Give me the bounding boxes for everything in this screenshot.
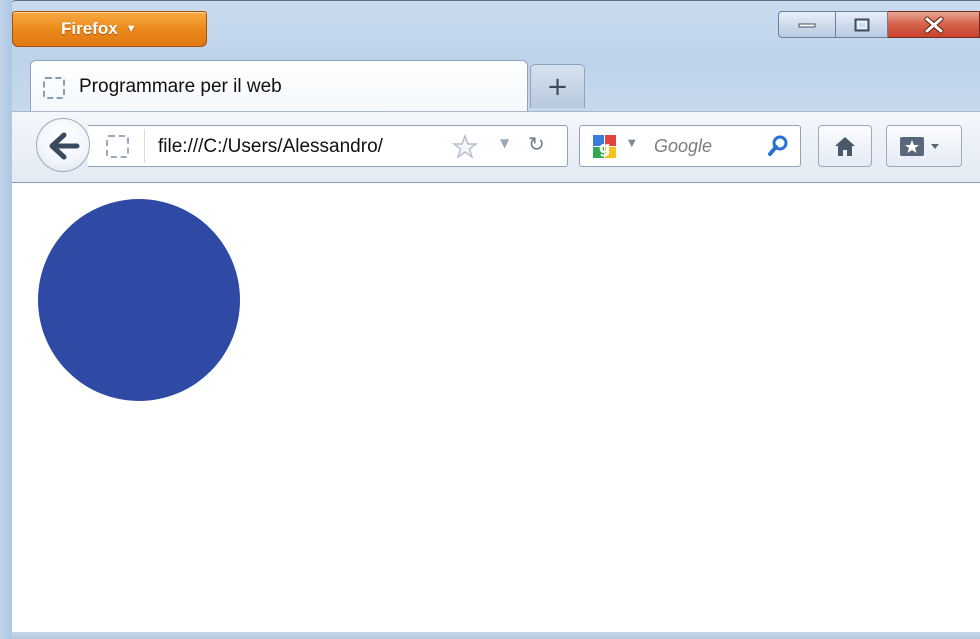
minimize-icon [798, 23, 816, 27]
search-bar[interactable]: g ▼ Google [579, 125, 801, 167]
bookmarks-icon [900, 137, 939, 156]
page-canvas [38, 199, 240, 401]
blue-circle [38, 199, 240, 401]
firefox-menu-label: Firefox [61, 19, 118, 38]
home-icon [835, 137, 855, 156]
window-left-frame [0, 0, 12, 639]
star-icon[interactable] [452, 134, 478, 160]
window-bottom-frame [12, 632, 980, 639]
chevron-down-icon: ▼ [125, 23, 137, 35]
firefox-menu-button[interactable]: Firefox ▼ [12, 11, 207, 47]
tab-programmare-per-il-web[interactable]: Programmare per il web [30, 60, 528, 112]
url-separator [144, 129, 145, 163]
reload-icon[interactable]: ↻ [528, 132, 545, 156]
page-content [12, 183, 980, 639]
search-icon[interactable] [766, 134, 790, 158]
tab-title: Programmare per il web [79, 76, 282, 97]
svg-text:g: g [599, 138, 610, 157]
page-favicon-icon [43, 77, 65, 99]
bookmarks-button[interactable] [886, 125, 962, 167]
close-button[interactable] [888, 11, 980, 38]
search-input[interactable]: Google [654, 136, 712, 157]
google-icon[interactable]: g [592, 134, 618, 160]
url-bar[interactable]: file:///C:/Users/Alessandro/ ▼ ↻ [88, 125, 568, 167]
history-dropdown-icon[interactable]: ▼ [500, 136, 509, 150]
new-tab-button[interactable]: + [530, 64, 585, 108]
url-input[interactable]: file:///C:/Users/Alessandro/ [158, 136, 438, 158]
minimize-button[interactable] [778, 11, 836, 38]
back-arrow-icon [49, 132, 80, 160]
close-icon [924, 16, 943, 33]
home-button[interactable] [818, 125, 872, 167]
site-identity-icon[interactable] [106, 135, 129, 158]
back-button[interactable] [36, 118, 90, 172]
search-engine-dropdown-icon[interactable]: ▼ [628, 138, 636, 149]
maximize-icon [854, 18, 869, 31]
maximize-button[interactable] [836, 11, 888, 38]
